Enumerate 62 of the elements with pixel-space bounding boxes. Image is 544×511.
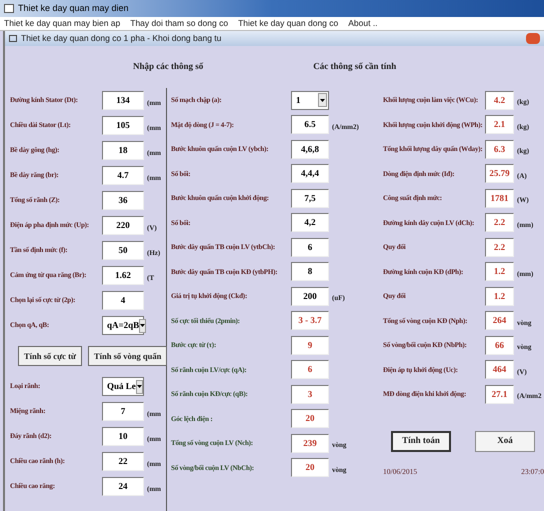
input-field[interactable]: 36 (102, 191, 144, 210)
input-field[interactable]: 2.1 (485, 115, 514, 134)
input-field[interactable]: 8 (291, 262, 329, 282)
input-field[interactable]: 66 (485, 336, 514, 355)
window-icon (4, 4, 14, 13)
dropdown[interactable]: Quả Le (102, 377, 144, 396)
input-field[interactable]: 2.2 (485, 238, 514, 257)
button[interactable]: Tính số cực từ (18, 346, 82, 366)
input-field[interactable]: 4,6,8 (291, 140, 329, 159)
input-field[interactable]: 3 - 3.7 (291, 311, 329, 330)
input-field[interactable]: 10 (102, 427, 144, 446)
input-field[interactable]: 9 (291, 336, 329, 355)
input-field[interactable]: 18 (102, 141, 144, 160)
section-heading: Các thông số cần tính (313, 60, 396, 74)
input-field[interactable]: 4 (102, 291, 144, 310)
input-field[interactable]: 6.5 (291, 115, 329, 134)
dropdown-value: 1 (296, 94, 302, 106)
window-icon (9, 35, 17, 42)
menu-item[interactable]: Thiet ke day quan dong co (238, 17, 338, 30)
dropdown-value: Quả Le (107, 380, 136, 393)
input-field[interactable]: 105 (102, 116, 144, 135)
input-field[interactable]: 4.2 (485, 90, 514, 110)
input-field[interactable]: 6 (291, 360, 329, 380)
input-field[interactable]: 1.2 (485, 262, 514, 282)
input-field[interactable]: 20 (291, 409, 329, 428)
input-field[interactable]: 7 (102, 402, 144, 421)
close-button[interactable] (526, 33, 540, 44)
menu-item[interactable]: About .. (348, 17, 378, 30)
menu-item[interactable]: Thiet ke day quan may bien ap (4, 17, 120, 30)
input-field[interactable]: 4,2 (291, 213, 329, 232)
input-field[interactable]: 6.3 (485, 140, 514, 159)
input-field[interactable]: 4.7 (102, 166, 144, 185)
input-field[interactable]: 1781 (485, 188, 514, 208)
input-field[interactable]: 22 (102, 452, 144, 471)
dropdown[interactable]: qA=2qB (102, 316, 144, 335)
input-field[interactable]: 50 (102, 241, 144, 260)
input-field[interactable]: 464 (485, 360, 514, 380)
input-field[interactable]: 264 (485, 311, 514, 330)
button[interactable]: Xoá (475, 430, 535, 452)
child-window-title: Thiet ke day quan dong co 1 pha - Khoi dong bang tu (21, 32, 222, 45)
dropdown[interactable]: 1 (291, 90, 329, 110)
menu-item[interactable]: Thay doi tham so dong co (130, 17, 228, 30)
input-field[interactable]: 220 (102, 216, 144, 235)
input-field[interactable]: 20 (291, 458, 329, 478)
input-field[interactable]: 25.79 (485, 164, 514, 184)
window-title: Thiet ke day quan may dien (18, 2, 129, 15)
input-field[interactable]: 4,4,4 (291, 164, 329, 184)
input-field[interactable]: 3 (291, 384, 329, 404)
input-field[interactable]: 24 (102, 477, 144, 496)
section-heading: Nhập các thông số (133, 60, 204, 74)
input-field[interactable]: 7,5 (291, 188, 329, 208)
input-field[interactable]: 200 (291, 286, 329, 306)
input-field[interactable]: 6 (291, 238, 329, 257)
input-field[interactable]: 239 (291, 434, 329, 453)
input-field[interactable]: 1.62 (102, 266, 144, 285)
input-field[interactable]: 2.2 (485, 213, 514, 232)
input-field[interactable]: 134 (102, 91, 144, 110)
button[interactable]: Tính toán (391, 430, 451, 452)
button[interactable]: Tính số vòng quấn (88, 346, 168, 366)
dropdown-value: qA=2qB (107, 318, 140, 332)
input-field[interactable]: 1.2 (485, 286, 514, 306)
input-field[interactable]: 27.1 (485, 384, 514, 404)
